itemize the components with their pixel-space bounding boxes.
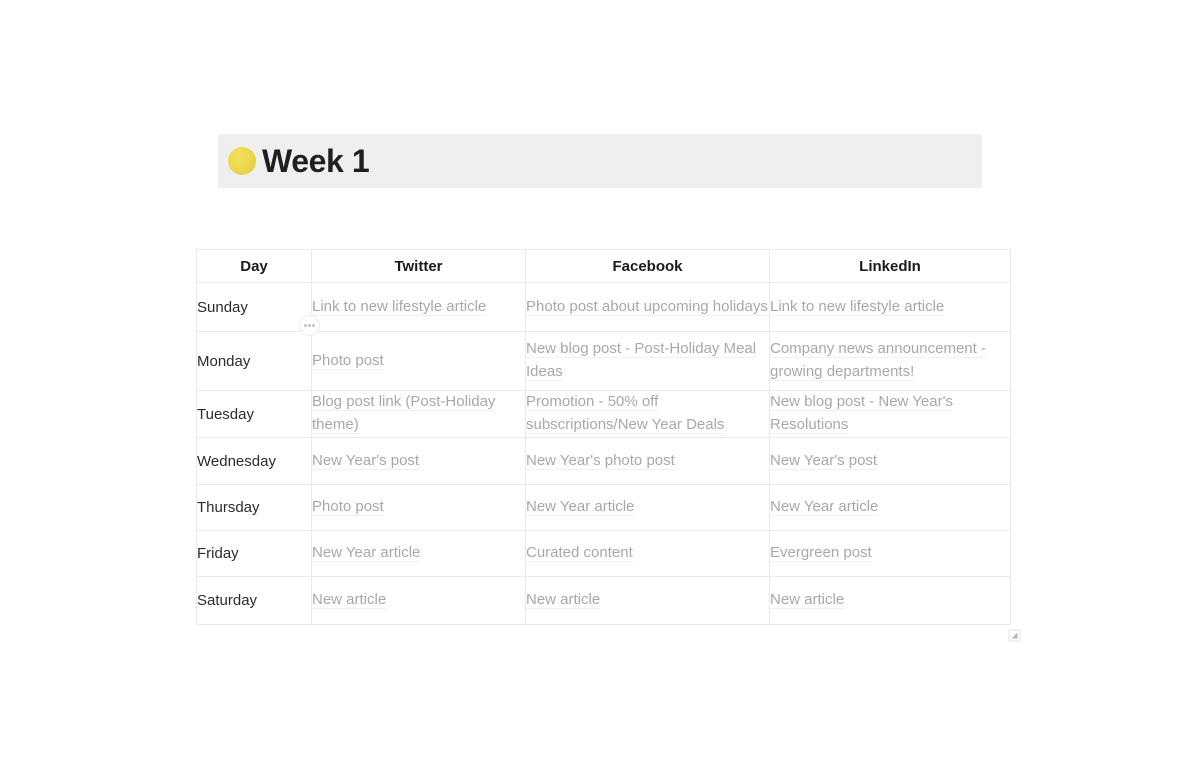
week-title-banner: Week 1 — [218, 134, 982, 188]
cell-text: New article — [526, 591, 601, 610]
resize-corner-icon[interactable] — [1007, 628, 1022, 643]
cell-linkedin[interactable]: New Year article — [769, 484, 1011, 531]
cell-day[interactable]: Thursday — [196, 484, 312, 531]
cell-twitter[interactable]: New Year article — [311, 530, 526, 577]
cell-twitter[interactable]: Photo post — [311, 331, 526, 391]
cell-text: Company news announcement - growing depa… — [770, 340, 986, 381]
column-header-day[interactable]: Day — [196, 249, 312, 283]
column-header-facebook[interactable]: Facebook — [525, 249, 770, 283]
yellow-circle-emoji — [228, 147, 256, 175]
cell-text: Photo post — [312, 498, 384, 517]
cell-facebook[interactable]: Curated content — [525, 530, 770, 577]
cell-linkedin[interactable]: New Year's post — [769, 437, 1011, 485]
cell-day[interactable]: Monday — [196, 331, 312, 391]
cell-text: New article — [312, 591, 387, 610]
cell-day[interactable]: Saturday — [196, 576, 312, 625]
cell-linkedin[interactable]: Evergreen post — [769, 530, 1011, 577]
cell-facebook[interactable]: Promotion - 50% off subscriptions/New Ye… — [525, 390, 770, 438]
cell-day[interactable]: Wednesday — [196, 437, 312, 485]
cell-text: Evergreen post — [770, 544, 872, 563]
cell-text: New blog post - New Year's Resolutions — [770, 393, 953, 434]
column-header-twitter[interactable]: Twitter — [311, 249, 526, 283]
cell-text: New Year article — [312, 544, 421, 563]
cell-twitter[interactable]: New article — [311, 576, 526, 625]
cell-twitter[interactable]: New Year's post — [311, 437, 526, 485]
cell-facebook[interactable]: Photo post about upcoming holidays — [525, 282, 770, 332]
column-header-linkedin[interactable]: LinkedIn — [769, 249, 1011, 283]
cell-text: Promotion - 50% off subscriptions/New Ye… — [526, 393, 725, 434]
cell-text: Blog post link (Post-Holiday theme) — [312, 393, 496, 434]
dot — [304, 324, 307, 327]
cell-facebook[interactable]: New article — [525, 576, 770, 625]
cell-linkedin[interactable]: Link to new lifestyle article — [769, 282, 1011, 332]
cell-twitter[interactable]: Link to new lifestyle article — [311, 282, 526, 332]
cell-text: Link to new lifestyle article — [312, 297, 487, 316]
cell-text: Photo post — [312, 351, 384, 370]
ellipsis-dots — [304, 324, 315, 327]
content-calendar-table: Day Twitter Facebook LinkedIn Sunday Lin… — [196, 249, 1011, 625]
cell-text: New blog post - Post-Holiday Meal Ideas — [526, 340, 757, 381]
dot — [312, 324, 315, 327]
cell-twitter[interactable]: Blog post link (Post-Holiday theme) — [311, 390, 526, 438]
cell-text: New Year's photo post — [526, 451, 675, 470]
cell-text: New article — [770, 591, 845, 610]
page-title: Week 1 — [262, 143, 370, 179]
table-row: Tuesday Blog post link (Post-Holiday the… — [196, 390, 1011, 438]
cell-linkedin[interactable]: New article — [769, 576, 1011, 625]
table-row: Monday Photo post New blog post - Post-H… — [196, 331, 1011, 391]
table-row: Saturday New article New article New art… — [196, 576, 1011, 625]
dot — [308, 324, 311, 327]
table-header-row: Day Twitter Facebook LinkedIn — [196, 249, 1011, 283]
cell-text: Photo post about upcoming holidays — [526, 297, 768, 316]
cell-text: New Year article — [526, 498, 635, 517]
cell-day[interactable]: Tuesday — [196, 390, 312, 438]
cell-linkedin[interactable]: New blog post - New Year's Resolutions — [769, 390, 1011, 438]
cell-text: New Year's post — [770, 451, 878, 470]
table-row: Friday New Year article Curated content … — [196, 530, 1011, 577]
cell-day[interactable]: Sunday — [196, 282, 312, 332]
table-row: Wednesday New Year's post New Year's pho… — [196, 437, 1011, 485]
ellipsis-handle-icon[interactable] — [299, 315, 320, 336]
cell-facebook[interactable]: New blog post - Post-Holiday Meal Ideas — [525, 331, 770, 391]
cell-twitter[interactable]: Photo post — [311, 484, 526, 531]
cell-text: New Year's post — [312, 451, 420, 470]
content-calendar-table-wrapper: Day Twitter Facebook LinkedIn Sunday Lin… — [196, 249, 1011, 625]
cell-linkedin[interactable]: Company news announcement - growing depa… — [769, 331, 1011, 391]
cell-text: Link to new lifestyle article — [770, 297, 945, 316]
cell-facebook[interactable]: New Year's photo post — [525, 437, 770, 485]
cell-text: New Year article — [770, 498, 879, 517]
cell-text: Curated content — [526, 544, 633, 563]
table-row: Thursday Photo post New Year article New… — [196, 484, 1011, 531]
cell-day[interactable]: Friday — [196, 530, 312, 577]
cell-facebook[interactable]: New Year article — [525, 484, 770, 531]
